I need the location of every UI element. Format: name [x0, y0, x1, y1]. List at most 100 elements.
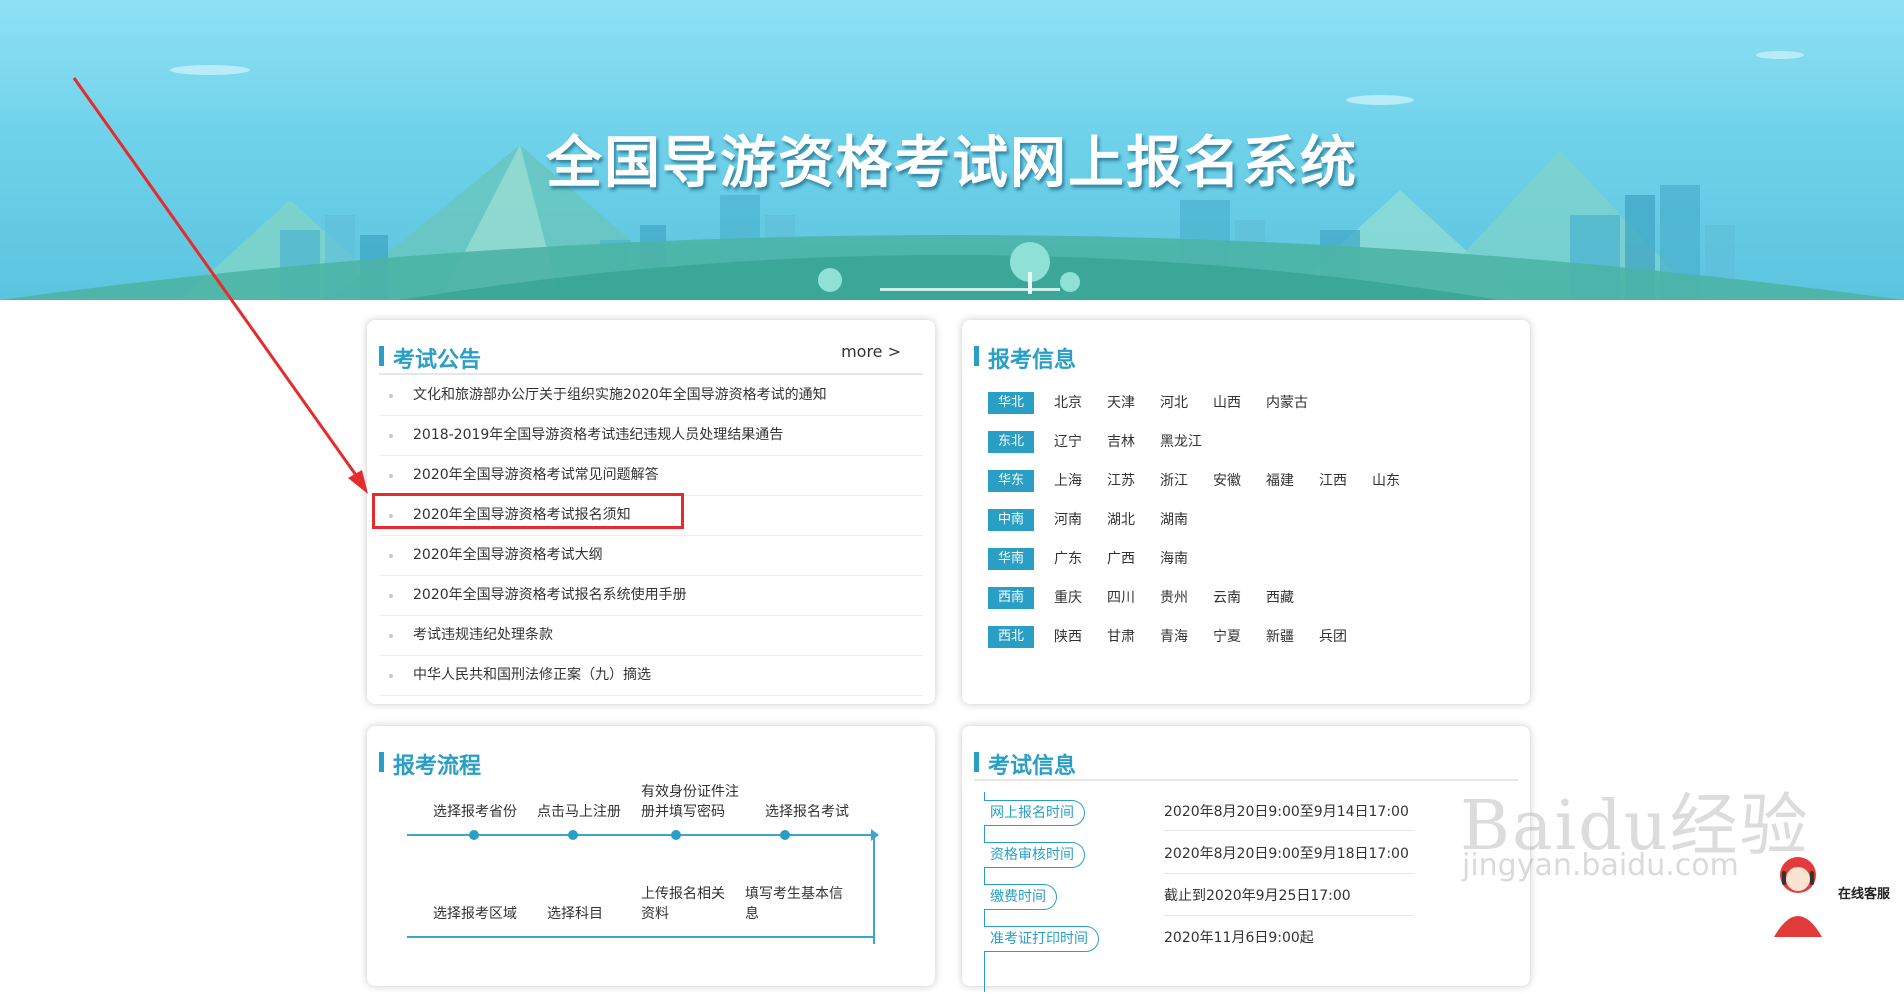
process-step-dot: [469, 830, 479, 840]
process-step-label: 选择科目: [547, 906, 603, 922]
process-step-label: 选择报名考试: [765, 804, 849, 820]
province-link[interactable]: 吉林: [1107, 431, 1135, 453]
process-step-label: 点击马上注册: [537, 804, 621, 820]
region-tag: 中南: [988, 509, 1034, 531]
process-step-label: 上传报名相关资料: [641, 886, 725, 922]
region-tag: 西南: [988, 587, 1034, 609]
section-title-bar: [379, 346, 384, 366]
province-link[interactable]: 上海: [1054, 470, 1082, 492]
province-link[interactable]: 黑龙江: [1160, 431, 1202, 453]
process-step-label: 选择报考省份: [433, 804, 517, 820]
province-link[interactable]: 天津: [1107, 392, 1135, 414]
province-link[interactable]: 河北: [1160, 392, 1188, 414]
customer-service-icon: [1774, 857, 1822, 937]
page-title: 全国导游资格考试网上报名系统: [546, 131, 1358, 196]
province-link[interactable]: 广西: [1107, 548, 1135, 570]
province-link[interactable]: 陕西: [1054, 626, 1082, 648]
process-step-label: 选择报考区域: [433, 906, 517, 922]
region-tag: 华南: [988, 548, 1034, 570]
province-link[interactable]: 河南: [1054, 509, 1082, 531]
registration-info-panel: 报考信息 华北 北京 天津 河北 山西 内蒙古 东北 辽宁 吉林 黑龙江 华东 上海 江苏 浙江 安徽 福建 江…: [962, 320, 1530, 704]
region-tag: 东北: [988, 431, 1034, 453]
divider: [1164, 873, 1414, 874]
bullet-icon: [389, 594, 393, 598]
exam-info-value: 2020年8月20日9:00至9月18日17:00: [1164, 846, 1409, 862]
notices-title: 考试公告: [393, 348, 482, 373]
notice-item[interactable]: 2020年全国导游资格考试报名系统使用手册: [379, 576, 923, 616]
province-link[interactable]: 海南: [1160, 548, 1188, 570]
province-link[interactable]: 山东: [1372, 470, 1400, 492]
province-link[interactable]: 广东: [1054, 548, 1082, 570]
exam-info-label: 缴费时间: [984, 884, 1057, 910]
notice-item[interactable]: 文化和旅游部办公厅关于组织实施2020年全国导游资格考试的通知: [379, 376, 923, 416]
exam-info-header: 考试信息: [974, 738, 1518, 779]
notice-item[interactable]: 考试违规违纪处理条款: [379, 616, 923, 656]
process-timeline-connector: [873, 834, 875, 944]
process-header: 报考流程: [379, 738, 923, 779]
process-title: 报考流程: [393, 754, 482, 779]
province-link[interactable]: 新疆: [1266, 626, 1294, 648]
bullet-icon: [389, 634, 393, 638]
exam-info-list: 网上报名时间 2020年8月20日9:00至9月14日17:00 资格审核时间 …: [984, 794, 1514, 994]
region-row: 东北 辽宁 吉林 黑龙江: [988, 431, 1508, 455]
section-title-bar: [379, 752, 384, 772]
region-row: 中南 河南 湖北 湖南: [988, 509, 1508, 533]
notice-link[interactable]: 2018-2019年全国导游资格考试违纪违规人员处理结果通告: [413, 427, 783, 443]
province-link[interactable]: 福建: [1266, 470, 1294, 492]
divider: [379, 373, 923, 375]
divider: [1164, 915, 1414, 916]
exam-info-label: 网上报名时间: [984, 800, 1085, 826]
notice-item[interactable]: 2020年全国导游资格考试常见问题解答: [379, 456, 923, 496]
process-step-dot: [780, 830, 790, 840]
notice-link[interactable]: 中华人民共和国刑法修正案（九）摘选: [413, 667, 651, 683]
more-link[interactable]: more >: [841, 342, 901, 361]
exam-info-value: 截止到2020年9月25日17:00: [1164, 888, 1351, 904]
registration-info-header: 报考信息: [974, 332, 1518, 373]
province-link[interactable]: 兵团: [1319, 626, 1347, 648]
exam-info-value: 2020年11月6日9:00起: [1164, 930, 1314, 946]
bullet-icon: [389, 674, 393, 678]
province-link[interactable]: 宁夏: [1213, 626, 1241, 648]
province-link[interactable]: 江西: [1319, 470, 1347, 492]
province-link[interactable]: 内蒙古: [1266, 392, 1308, 414]
province-link[interactable]: 山西: [1213, 392, 1241, 414]
notice-item[interactable]: 2018-2019年全国导游资格考试违纪违规人员处理结果通告: [379, 416, 923, 456]
process-step-label: 有效身份证件注册并填写密码: [641, 784, 739, 820]
exam-info-panel: 考试信息 网上报名时间 2020年8月20日9:00至9月14日17:00 资格…: [962, 726, 1530, 992]
region-row: 西南 重庆 四川 贵州 云南 西藏: [988, 587, 1508, 611]
province-link[interactable]: 湖北: [1107, 509, 1135, 531]
province-link[interactable]: 云南: [1213, 587, 1241, 609]
province-link[interactable]: 西藏: [1266, 587, 1294, 609]
province-link[interactable]: 甘肃: [1107, 626, 1135, 648]
notice-list: 文化和旅游部办公厅关于组织实施2020年全国导游资格考试的通知 2018-201…: [379, 376, 923, 696]
province-link[interactable]: 安徽: [1213, 470, 1241, 492]
online-service-label[interactable]: 在线客服: [1838, 883, 1890, 902]
province-link[interactable]: 贵州: [1160, 587, 1188, 609]
province-link[interactable]: 浙江: [1160, 470, 1188, 492]
exam-info-title: 考试信息: [988, 754, 1077, 779]
exam-info-label: 准考证打印时间: [984, 926, 1099, 952]
province-link[interactable]: 四川: [1107, 587, 1135, 609]
notice-link[interactable]: 2020年全国导游资格考试常见问题解答: [413, 467, 659, 483]
region-tag: 西北: [988, 626, 1034, 648]
notice-link[interactable]: 2020年全国导游资格考试报名系统使用手册: [413, 587, 687, 603]
online-service-button[interactable]: 在线客服: [1768, 855, 1904, 937]
exam-info-label: 资格审核时间: [984, 842, 1085, 868]
notice-item[interactable]: 2020年全国导游资格考试大纲: [379, 536, 923, 576]
divider: [974, 779, 1518, 781]
exam-info-value: 2020年8月20日9:00至9月14日17:00: [1164, 804, 1409, 820]
notice-link[interactable]: 2020年全国导游资格考试大纲: [413, 547, 603, 563]
notice-item[interactable]: 中华人民共和国刑法修正案（九）摘选: [379, 656, 923, 696]
notice-link[interactable]: 文化和旅游部办公厅关于组织实施2020年全国导游资格考试的通知: [413, 387, 827, 403]
divider: [1164, 830, 1414, 831]
header-banner: 全国导游资格考试网上报名系统: [0, 0, 1904, 300]
province-link[interactable]: 北京: [1054, 392, 1082, 414]
province-link[interactable]: 青海: [1160, 626, 1188, 648]
process-step-dot: [568, 830, 578, 840]
province-link[interactable]: 江苏: [1107, 470, 1135, 492]
notice-link[interactable]: 考试违规违纪处理条款: [413, 627, 553, 643]
province-link[interactable]: 重庆: [1054, 587, 1082, 609]
province-link[interactable]: 辽宁: [1054, 431, 1082, 453]
province-link[interactable]: 湖南: [1160, 509, 1188, 531]
process-step-dot: [671, 830, 681, 840]
